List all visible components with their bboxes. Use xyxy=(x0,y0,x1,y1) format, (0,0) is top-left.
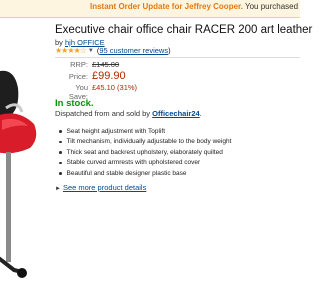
chair-caster-shape xyxy=(17,268,27,278)
reviews-close-paren: ) xyxy=(168,46,171,55)
feature-text: Seat height adjustment with Toplift xyxy=(66,127,166,135)
banner-rest: You purchased this xyxy=(245,2,300,11)
feature-item: Thick seat and backrest upholstery, elab… xyxy=(59,147,231,158)
feature-item: Stable curved armrests with upholstered … xyxy=(59,158,231,169)
dispatch-text: Dispatched from and sold by xyxy=(55,109,153,118)
customer-reviews-link[interactable]: 95 customer reviews xyxy=(99,46,168,55)
bullet-icon xyxy=(59,130,62,133)
rrp-value: £145.00 xyxy=(92,60,120,69)
star-rating-icon[interactable]: ★★★★☆ xyxy=(55,46,87,55)
triangle-right-icon: ► xyxy=(55,186,61,192)
see-more-details-link[interactable]: See more product details xyxy=(63,183,146,192)
seller-link[interactable]: Officechair24 xyxy=(152,109,200,118)
banner-highlight: Instant Order Update for Jeffrey Cooper. xyxy=(90,2,243,11)
divider xyxy=(55,57,300,58)
feature-text: Thick seat and backrest upholstery, elab… xyxy=(66,148,223,156)
rating-row: ★★★★☆ ▼ (95 customer reviews) xyxy=(55,46,171,55)
price-row: Price: £99.90 xyxy=(55,70,137,83)
feature-item: Tilt mechanism, individually adjustable … xyxy=(59,137,231,148)
price-value: £99.90 xyxy=(92,70,126,82)
feature-item: Seat height adjustment with Toplift xyxy=(59,126,231,137)
savings-row: You Save: £45.10 (31%) xyxy=(55,83,138,101)
feature-text: Beautiful and stable designer plastic ba… xyxy=(66,169,187,177)
product-title: Executive chair office chair RACER 200 a… xyxy=(55,24,315,36)
price-block: RRP: £145.00 Price: £99.90 You Save: £45… xyxy=(55,60,138,101)
bullet-icon xyxy=(59,151,62,154)
bullet-icon xyxy=(59,161,62,164)
feature-item: Beautiful and stable designer plastic ba… xyxy=(59,168,231,179)
rrp-row: RRP: £145.00 xyxy=(55,60,137,70)
rrp-label: RRP: xyxy=(70,60,88,69)
banner-text: Instant Order Update for Jeffrey Cooper.… xyxy=(90,2,300,11)
order-update-banner: Instant Order Update for Jeffrey Cooper.… xyxy=(0,0,300,18)
feature-text: Tilt mechanism, individually adjustable … xyxy=(66,138,232,146)
bullet-icon xyxy=(59,172,62,175)
stock-status: In stock. xyxy=(55,98,94,109)
office-chair-image[interactable] xyxy=(0,60,50,300)
chevron-down-icon[interactable]: ▼ xyxy=(88,48,94,54)
feature-list: Seat height adjustment with Toplift Tilt… xyxy=(59,126,231,179)
savings-value: £45.10 (31%) xyxy=(92,83,138,92)
dispatch-info: Dispatched from and sold by Officechair2… xyxy=(55,109,202,118)
price-label: Price: xyxy=(68,72,88,81)
chair-post-shape xyxy=(6,152,11,262)
dispatch-end: . xyxy=(199,109,202,118)
bullet-icon xyxy=(59,140,62,143)
chair-backrest-shape xyxy=(0,70,19,118)
see-more-row: ► See more product details xyxy=(55,183,146,192)
feature-text: Stable curved armrests with upholstered … xyxy=(66,159,201,167)
